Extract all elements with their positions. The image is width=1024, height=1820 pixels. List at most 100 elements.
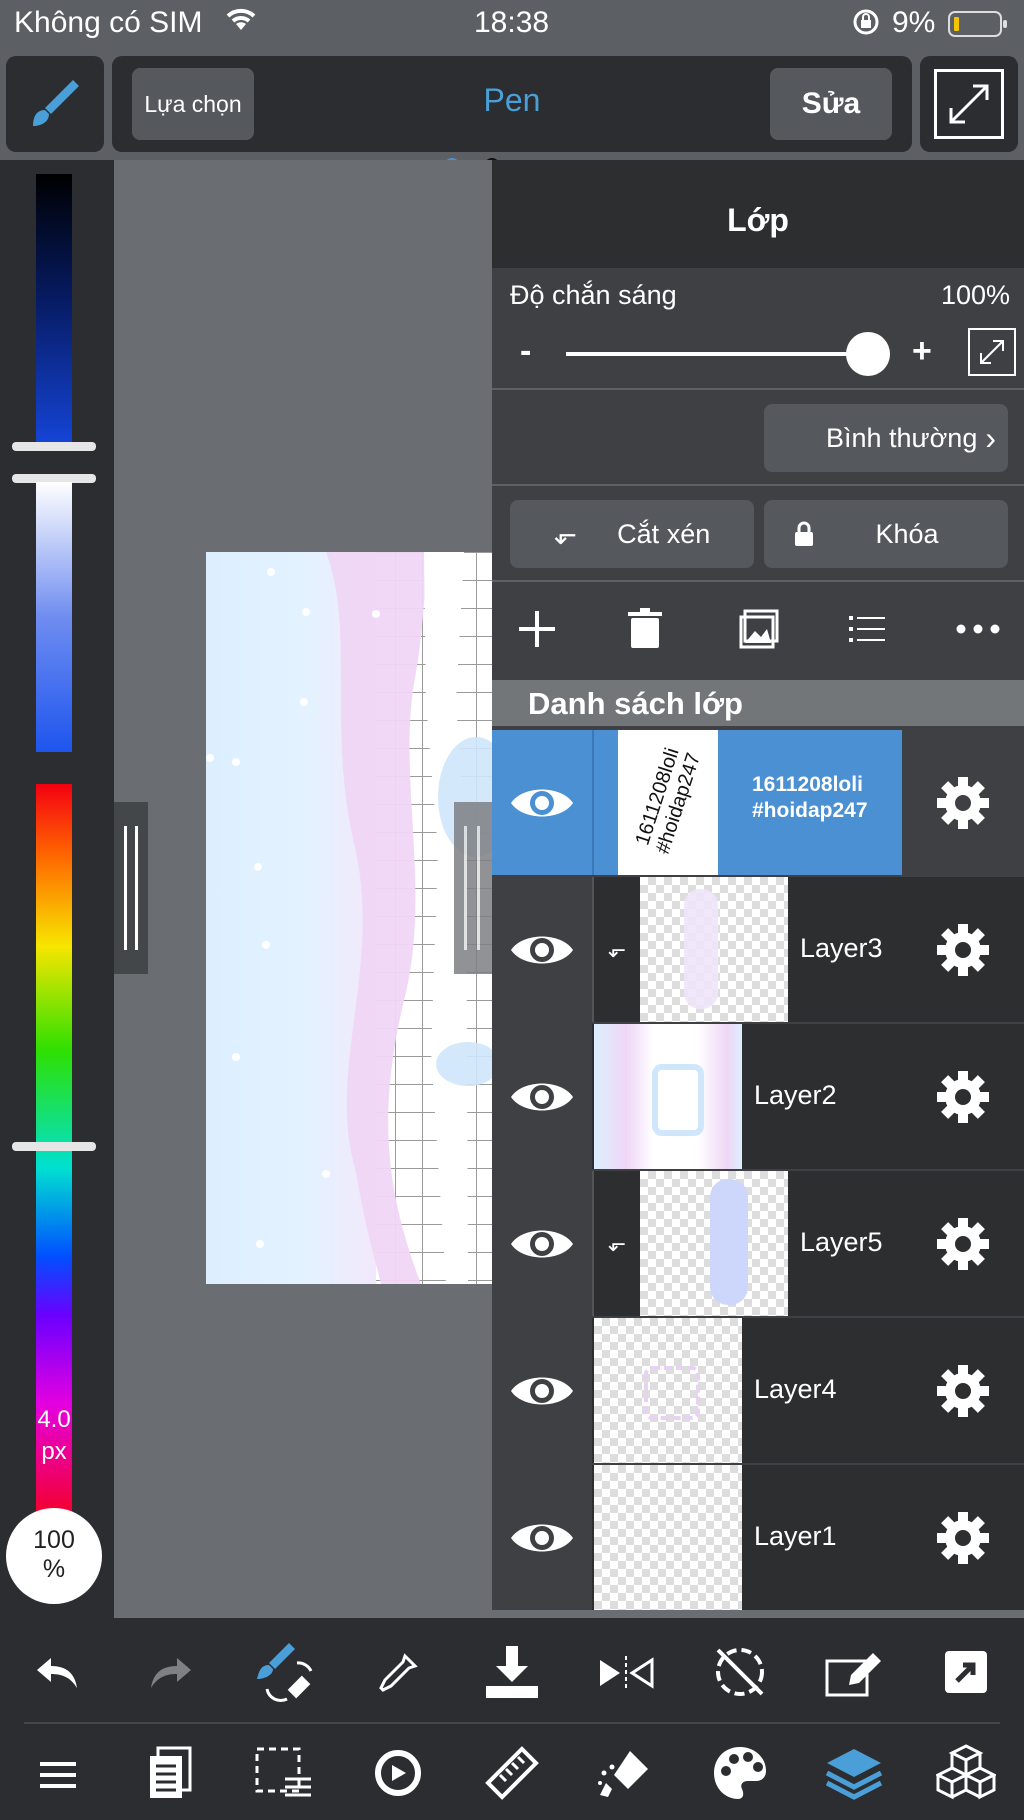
layer-thumbnail bbox=[594, 1465, 742, 1610]
opacity-plus-button[interactable]: + bbox=[912, 332, 932, 371]
brush-opacity-button[interactable]: 100 % bbox=[6, 1508, 102, 1604]
clipping-arrow-icon: ⬐ bbox=[592, 877, 640, 1022]
layer-panel: Lớp Độ chắn sáng 100% - + Bình thường › … bbox=[492, 160, 1024, 1610]
blend-mode-label: Bình thường bbox=[825, 422, 978, 453]
current-tool-name[interactable]: Pen bbox=[442, 82, 582, 119]
opacity-label: Độ chắn sáng bbox=[510, 280, 677, 310]
selection-button[interactable]: Lựa chọn bbox=[132, 68, 254, 140]
layers-button[interactable] bbox=[816, 1736, 892, 1810]
layer-name: Layer5 bbox=[800, 1227, 883, 1257]
color-palette-button[interactable] bbox=[702, 1736, 778, 1810]
trash-icon bbox=[628, 608, 662, 648]
bottom-toolbar bbox=[0, 1618, 1024, 1820]
brush-size-value[interactable]: 4.0 bbox=[0, 1406, 108, 1434]
opacity-minus-button[interactable]: - bbox=[520, 332, 531, 371]
fill-icon bbox=[598, 1751, 648, 1797]
visibility-toggle[interactable] bbox=[492, 1465, 592, 1610]
layer-thumbnail bbox=[594, 1024, 742, 1169]
layer-settings-button[interactable] bbox=[902, 1024, 1024, 1169]
undo-button[interactable] bbox=[20, 1638, 96, 1708]
battery-icon bbox=[948, 10, 1008, 48]
fullscreen-button[interactable] bbox=[920, 56, 1018, 152]
layer-settings-button[interactable] bbox=[902, 730, 1024, 875]
eyedropper-icon bbox=[379, 1653, 418, 1692]
list-icon bbox=[849, 616, 885, 642]
pages-button[interactable] bbox=[132, 1736, 208, 1810]
wifi-icon bbox=[224, 4, 258, 42]
panel-expand-button[interactable] bbox=[968, 328, 1016, 376]
layer-row[interactable]: ⬐ Layer3 bbox=[492, 877, 1024, 1022]
edit-canvas-icon bbox=[825, 1653, 881, 1697]
delete-layer-button[interactable] bbox=[610, 594, 680, 664]
visibility-toggle[interactable] bbox=[492, 730, 592, 875]
lock-icon bbox=[795, 521, 814, 546]
edit-button[interactable]: Sửa bbox=[770, 68, 892, 140]
layer-list-button[interactable] bbox=[832, 594, 902, 664]
visibility-toggle[interactable] bbox=[492, 877, 592, 1022]
visibility-toggle[interactable] bbox=[492, 1318, 592, 1463]
clipping-button[interactable]: ⬐ Cắt xén bbox=[510, 500, 754, 568]
hue-handle[interactable] bbox=[12, 1142, 96, 1151]
gear-icon bbox=[937, 1070, 989, 1123]
layers-icon bbox=[825, 1749, 883, 1800]
clipping-arrow-icon: ⬐ bbox=[592, 1171, 640, 1316]
layer-row[interactable]: Layer1 bbox=[492, 1465, 1024, 1610]
brush-opacity-value: 100 bbox=[33, 1526, 75, 1554]
layer-row[interactable]: ⬐ Layer5 bbox=[492, 1171, 1024, 1316]
transform-icon bbox=[375, 1750, 421, 1796]
panel-drag-handle-right[interactable] bbox=[454, 802, 492, 974]
clip-indicator-cell bbox=[592, 730, 620, 875]
share-button[interactable] bbox=[928, 1636, 1004, 1708]
layer-settings-button[interactable] bbox=[902, 1318, 1024, 1463]
blend-mode-button[interactable]: Bình thường › bbox=[764, 404, 1008, 472]
import-image-button[interactable] bbox=[724, 594, 794, 664]
eye-icon bbox=[511, 936, 573, 963]
brush-tool-button[interactable] bbox=[6, 56, 104, 152]
layer-thumbnail bbox=[594, 1318, 742, 1463]
eye-icon bbox=[511, 1230, 573, 1257]
layer-name: Layer1 bbox=[754, 1521, 837, 1551]
layer-settings-button[interactable] bbox=[902, 877, 1024, 1022]
panel-drag-handle-left[interactable] bbox=[114, 802, 148, 974]
layer-row[interactable]: 1611208loli #hoidap247 1611208loli #hoid… bbox=[492, 730, 1024, 875]
more-options-button[interactable] bbox=[942, 594, 1014, 664]
save-download-button[interactable] bbox=[474, 1636, 550, 1708]
pages-icon bbox=[150, 1746, 192, 1798]
canvas-area[interactable] bbox=[114, 160, 506, 1618]
transform-button[interactable] bbox=[360, 1736, 436, 1810]
canvas-edit-button[interactable] bbox=[816, 1636, 892, 1708]
brush-swap-button[interactable] bbox=[246, 1634, 322, 1710]
opacity-slider-track[interactable] bbox=[566, 352, 866, 356]
rotation-lock-icon bbox=[852, 8, 880, 44]
brush-size-unit: px bbox=[41, 1438, 67, 1465]
materials-button[interactable] bbox=[928, 1736, 1004, 1810]
layer-panel-header: Lớp bbox=[492, 160, 1024, 268]
layer-thumbnail bbox=[640, 877, 788, 1022]
brightness-handle[interactable] bbox=[12, 442, 96, 451]
layer-name: 1611208loli #hoidap247 bbox=[752, 773, 868, 822]
layer-thumbnail: 1611208loli #hoidap247 bbox=[618, 730, 718, 875]
redo-button[interactable] bbox=[132, 1638, 208, 1708]
saturation-slider[interactable] bbox=[36, 482, 72, 752]
layer-settings-button[interactable] bbox=[902, 1465, 1024, 1610]
selection-tools-button[interactable] bbox=[246, 1736, 322, 1810]
rotation-toggle-button[interactable] bbox=[702, 1636, 778, 1708]
visibility-toggle[interactable] bbox=[492, 1024, 592, 1169]
brightness-slider[interactable] bbox=[36, 174, 72, 446]
expand-icon bbox=[934, 69, 1004, 139]
add-layer-button[interactable] bbox=[502, 594, 572, 664]
flip-canvas-button[interactable] bbox=[588, 1638, 664, 1708]
layer-row[interactable]: Layer4 bbox=[492, 1318, 1024, 1463]
visibility-toggle[interactable] bbox=[492, 1171, 592, 1316]
layer-thumbnail bbox=[640, 1171, 788, 1316]
undo-icon bbox=[37, 1658, 77, 1688]
fill-tool-button[interactable] bbox=[588, 1736, 664, 1810]
clock: 18:38 bbox=[474, 6, 550, 39]
opacity-slider-thumb[interactable] bbox=[846, 332, 890, 376]
lock-button[interactable]: Khóa bbox=[764, 500, 1008, 568]
ruler-button[interactable] bbox=[474, 1736, 550, 1810]
main-menu-button[interactable] bbox=[20, 1740, 96, 1810]
eyedropper-button[interactable] bbox=[360, 1638, 436, 1708]
layer-settings-button[interactable] bbox=[902, 1171, 1024, 1316]
layer-row[interactable]: Layer2 bbox=[492, 1024, 1024, 1169]
